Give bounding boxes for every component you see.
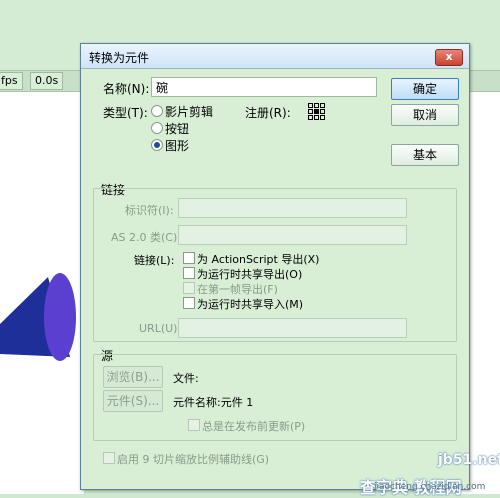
radio-button-label[interactable]: 按钮 [165,120,189,137]
export-runtime-sharing-checkbox[interactable] [183,267,195,279]
name-input-value: 碗 [156,81,169,95]
type-label: 类型(T): [103,106,148,120]
convert-to-symbol-dialog: 转换为元件 x 名称(N): 碗 类型(T): 影片剪辑 按钮 图形 注册(R)… [80,43,470,490]
file-label: 文件: [173,372,199,385]
stage-canvas[interactable] [0,92,84,494]
radio-graphic[interactable] [151,139,163,151]
export-actionscript-checkbox[interactable] [183,252,195,264]
name-label: 名称(N): [103,82,150,96]
symbol-button[interactable]: 元件(S)... [103,390,163,412]
bowl-shape [0,273,76,361]
fps-label: fps [0,72,23,90]
radio-button[interactable] [151,122,163,134]
ok-button[interactable]: 确定 [391,78,459,100]
always-update-label: 总是在发布前更新(P) [202,420,306,433]
linkage-label: 链接(L): [134,254,175,267]
import-runtime-sharing-label[interactable]: 为运行时共享导入(M) [197,296,303,312]
export-actionscript-label[interactable]: 为 ActionScript 导出(X) [197,251,319,267]
radio-movie-clip[interactable] [151,105,163,117]
cancel-button[interactable]: 取消 [391,104,459,126]
dialog-titlebar[interactable]: 转换为元件 x [81,44,469,69]
radio-movie-clip-label[interactable]: 影片剪辑 [165,103,213,120]
identifier-input[interactable] [178,198,407,218]
url-input[interactable] [178,318,407,338]
export-runtime-sharing-label[interactable]: 为运行时共享导出(O) [197,266,302,282]
import-runtime-sharing-checkbox[interactable] [183,297,195,309]
watermark: jb51.net 查字典 教程网 jiaocheng.chazidian.com [360,452,500,497]
export-first-frame-label: 在第一帧导出(F) [197,283,278,296]
url-label: URL(U): [139,322,182,335]
as2-class-input[interactable] [178,225,407,245]
symbol-name-label: 元件名称:元件 1 [173,396,254,409]
time-value: 0.0s [30,72,64,90]
registration-grid-icon[interactable] [308,103,326,121]
watermark-domain: jb51.net [438,452,500,468]
identifier-label: 标识符(I): [125,204,174,217]
nine-slice-checkbox[interactable] [103,452,115,464]
always-update-checkbox[interactable] [188,419,200,431]
close-button[interactable]: x [435,49,463,66]
export-first-frame-checkbox[interactable] [183,282,195,294]
registration-label: 注册(R): [245,106,291,120]
nine-slice-label: 启用 9 切片缩放比例辅助线(G) [117,453,270,466]
watermark-url: jiaocheng.chazidian.com [374,482,486,492]
browse-button[interactable]: 浏览(B)... [103,366,163,388]
radio-graphic-label[interactable]: 图形 [165,137,189,154]
name-input[interactable]: 碗 [151,77,377,97]
close-icon: x [445,50,453,63]
as2-class-label: AS 2.0 类(C): [111,231,181,244]
dialog-title: 转换为元件 [89,51,150,65]
basic-button[interactable]: 基本 [391,144,459,166]
